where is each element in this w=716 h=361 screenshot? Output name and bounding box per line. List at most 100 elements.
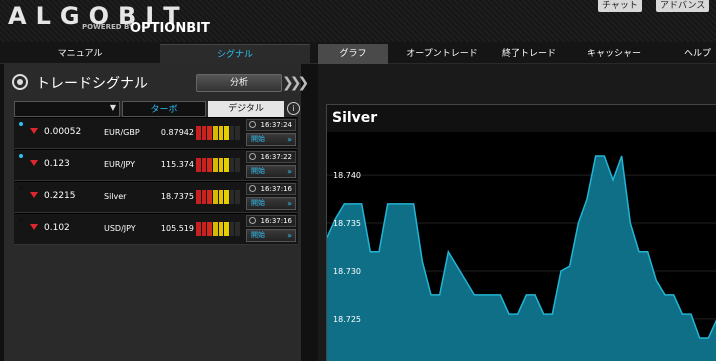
signal-time: 16:37:16 bbox=[246, 183, 296, 195]
chevron-down-icon: ▼ bbox=[109, 103, 116, 112]
start-button[interactable]: 開始 » bbox=[246, 229, 296, 242]
strength-bar bbox=[235, 222, 240, 236]
analyze-button[interactable]: 分析 bbox=[196, 74, 282, 92]
chart-title: Silver bbox=[332, 110, 378, 126]
clock-icon bbox=[249, 153, 256, 160]
strength-bar bbox=[218, 190, 224, 204]
strength-bar bbox=[201, 222, 207, 236]
tab-turbo[interactable]: ターボ bbox=[122, 101, 206, 117]
double-chevron-right-icon: » bbox=[287, 135, 292, 144]
clock-icon bbox=[249, 185, 256, 192]
chart-area[interactable]: 18.740 18.735 18.730 18.725 bbox=[327, 132, 716, 361]
strength-bar bbox=[201, 126, 207, 140]
signal-time-text: 16:37:24 bbox=[260, 121, 292, 129]
price-chart[interactable]: 18.740 18.735 18.730 18.725 bbox=[327, 132, 716, 361]
strength-bar bbox=[196, 222, 201, 236]
info-icon[interactable]: i bbox=[287, 102, 300, 115]
clock-icon bbox=[249, 217, 256, 224]
strength-bar bbox=[207, 126, 212, 140]
tab-closed-trades[interactable]: 終了トレード bbox=[494, 44, 564, 64]
strength-meter bbox=[196, 222, 240, 236]
strength-bar bbox=[207, 222, 212, 236]
panel-title: トレードシグナル bbox=[36, 76, 148, 92]
start-button[interactable]: 開始 » bbox=[246, 165, 296, 178]
signal-row[interactable]: 0.2215 Silver 18.7375 16:37:16 開始 » bbox=[14, 181, 298, 213]
logo-brand: OPTIONBIT bbox=[130, 21, 210, 36]
advice-button[interactable]: アドバンス bbox=[656, 0, 710, 12]
strength-bar bbox=[224, 158, 229, 172]
strength-bar bbox=[196, 126, 201, 140]
tab-cashier[interactable]: キャッシャー bbox=[576, 44, 652, 64]
start-button[interactable]: 開始 » bbox=[246, 133, 296, 146]
strength-bar bbox=[218, 126, 224, 140]
price-area bbox=[327, 155, 716, 361]
tab-signals[interactable]: シグナル bbox=[160, 44, 310, 64]
signal-price: 105.519 bbox=[160, 224, 194, 233]
start-label: 開始 bbox=[251, 231, 265, 239]
start-button[interactable]: 開始 » bbox=[246, 197, 296, 210]
tab-manual-label: マニュアル bbox=[57, 49, 103, 59]
strength-bar bbox=[201, 158, 207, 172]
tab-open-trades[interactable]: オープントレード bbox=[396, 44, 488, 64]
strength-bar bbox=[218, 222, 224, 236]
tab-graph[interactable]: グラフ bbox=[318, 44, 388, 64]
signal-list: 0.00052 EUR/GBP 0.87942 16:37:24 開始 » 0.123 EUR… bbox=[14, 117, 298, 245]
signal-row[interactable]: 0.123 EUR/JPY 115.374 16:37:22 開始 » bbox=[14, 149, 298, 181]
strength-bar bbox=[229, 126, 235, 140]
signal-row[interactable]: 0.102 USD/JPY 105.519 16:37:16 開始 » bbox=[14, 213, 298, 245]
status-dot bbox=[19, 186, 23, 190]
signal-time-text: 16:37:22 bbox=[260, 153, 292, 161]
strength-bar bbox=[235, 158, 240, 172]
tab-help[interactable]: ヘルプ bbox=[684, 44, 716, 64]
strength-bar bbox=[212, 222, 218, 236]
signal-time-text: 16:37:16 bbox=[260, 185, 292, 193]
strength-meter bbox=[196, 190, 240, 204]
signal-asset: USD/JPY bbox=[104, 224, 136, 233]
y-tick-label: 18.725 bbox=[333, 315, 361, 324]
tab-manual[interactable]: マニュアル bbox=[30, 44, 130, 64]
tab-open-trades-label: オープントレード bbox=[406, 49, 478, 59]
strength-meter bbox=[196, 158, 240, 172]
signal-time: 16:37:22 bbox=[246, 151, 296, 163]
down-triangle-icon bbox=[30, 192, 38, 198]
clock-icon bbox=[249, 121, 256, 128]
start-label: 開始 bbox=[251, 135, 265, 143]
strength-bar bbox=[229, 190, 235, 204]
start-label: 開始 bbox=[251, 167, 265, 175]
double-chevron-right-icon: » bbox=[287, 231, 292, 240]
target-icon bbox=[12, 74, 28, 90]
signal-value: 0.102 bbox=[44, 223, 70, 233]
strength-bar bbox=[229, 158, 235, 172]
asset-filter-select[interactable]: ▼ bbox=[14, 101, 120, 117]
start-label: 開始 bbox=[251, 199, 265, 207]
double-chevron-right-icon: » bbox=[287, 199, 292, 208]
strength-bar bbox=[218, 158, 224, 172]
strength-bar bbox=[235, 126, 240, 140]
main-nav: マニュアル シグナル グラフ オープントレード 終了トレード キャッシャー ヘル… bbox=[0, 42, 716, 64]
tab-cashier-label: キャッシャー bbox=[586, 49, 641, 59]
app-header: ALGOBIT POWERED BY OPTIONBIT チャット アドバンス bbox=[0, 0, 716, 42]
signal-value: 0.2215 bbox=[44, 191, 76, 201]
signal-time: 16:37:24 bbox=[246, 119, 296, 131]
logo-powered: POWERED BY bbox=[82, 23, 135, 31]
chat-label: チャット bbox=[602, 1, 638, 11]
strength-bar bbox=[212, 158, 218, 172]
double-chevron-right-icon[interactable]: ❯❯❯ bbox=[282, 74, 309, 92]
tab-digital[interactable]: デジタル bbox=[208, 101, 284, 117]
signal-row[interactable]: 0.00052 EUR/GBP 0.87942 16:37:24 開始 » bbox=[14, 117, 298, 149]
down-triangle-icon bbox=[30, 128, 38, 134]
down-triangle-icon bbox=[30, 160, 38, 166]
status-dot bbox=[19, 122, 23, 126]
chat-button[interactable]: チャット bbox=[598, 0, 642, 12]
tab-signals-label: シグナル bbox=[216, 50, 253, 60]
y-tick-label: 18.740 bbox=[333, 171, 361, 180]
strength-bar bbox=[207, 190, 212, 204]
strength-bar bbox=[207, 158, 212, 172]
strength-bar bbox=[196, 158, 201, 172]
strength-bar bbox=[196, 190, 201, 204]
signal-value: 0.00052 bbox=[44, 127, 82, 137]
signal-asset: EUR/JPY bbox=[104, 160, 136, 169]
strength-bar bbox=[201, 190, 207, 204]
y-tick-label: 18.730 bbox=[333, 267, 361, 276]
tab-closed-trades-label: 終了トレード bbox=[501, 49, 556, 59]
